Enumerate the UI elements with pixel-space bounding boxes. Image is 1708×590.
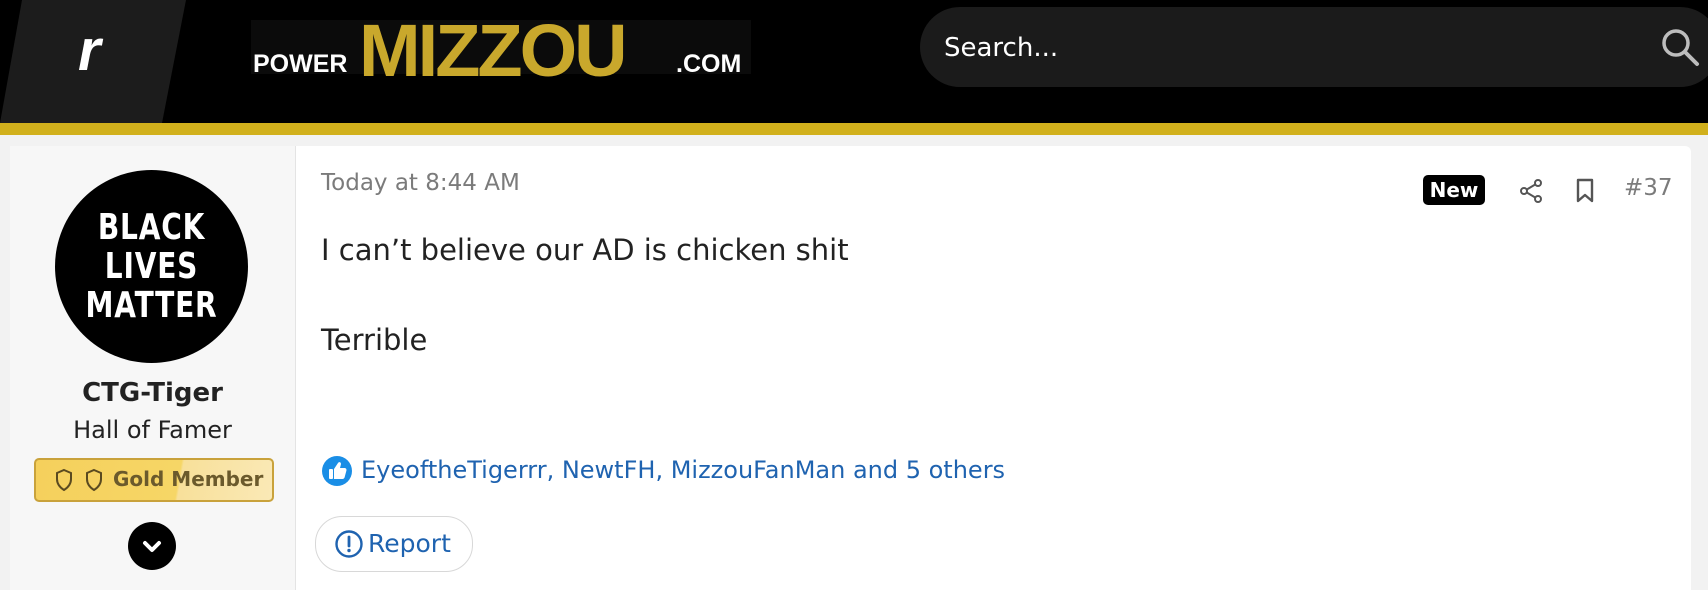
logo-power: POWER: [253, 50, 348, 78]
bookmark-icon[interactable]: [1574, 178, 1596, 204]
member-badge: Gold Member: [34, 458, 274, 502]
logo-com: .COM: [676, 50, 742, 78]
post-body-line: I can’t believe our AD is chicken shit: [321, 233, 849, 267]
shield-icon: [86, 468, 102, 492]
avatar-text-line: LIVES: [104, 246, 199, 287]
header-gold-stripe: [0, 123, 1708, 135]
like-icon: [322, 456, 352, 486]
report-icon: [335, 530, 363, 558]
post-timestamp[interactable]: Today at 8:44 AM: [321, 170, 520, 196]
search-icon[interactable]: [1658, 25, 1702, 69]
shield-icon: [56, 468, 72, 492]
expand-user-button[interactable]: [128, 522, 176, 570]
share-icon[interactable]: [1518, 178, 1544, 204]
username[interactable]: CTG-Tiger: [10, 378, 295, 408]
app-badge-letter: r: [78, 18, 104, 83]
avatar-text-line: BLACK: [97, 207, 206, 248]
avatar[interactable]: BLACK LIVES MATTER: [55, 170, 248, 363]
avatar-text: BLACK LIVES MATTER: [76, 208, 227, 325]
post-body-line: Terrible: [321, 323, 428, 357]
post-card: Today at 8:44 AM New #37 I can’t believe…: [296, 146, 1691, 590]
reactions-text[interactable]: EyeoftheTigerrr, NewtFH, MizzouFanMan an…: [361, 456, 1005, 484]
chevron-down-icon: [143, 541, 161, 552]
rivals-logo[interactable]: r: [0, 0, 186, 123]
search-bar[interactable]: [920, 7, 1708, 87]
site-header: r POWER MIZZOU .COM: [0, 0, 1708, 123]
search-input[interactable]: [942, 25, 1546, 71]
avatar-text-line: MATTER: [85, 285, 218, 326]
post-number[interactable]: #37: [1624, 175, 1673, 201]
report-button[interactable]: Report: [315, 516, 473, 572]
new-badge: New: [1423, 175, 1485, 205]
badge-label: Gold Member: [113, 467, 264, 491]
report-label: Report: [368, 529, 451, 558]
user-title: Hall of Famer: [73, 416, 232, 444]
logo-mizzou: MIZZOU: [359, 9, 628, 92]
site-logo[interactable]: POWER MIZZOU .COM: [251, 9, 751, 92]
user-panel: BLACK LIVES MATTER CTG-Tiger Hall of Fam…: [10, 146, 296, 590]
